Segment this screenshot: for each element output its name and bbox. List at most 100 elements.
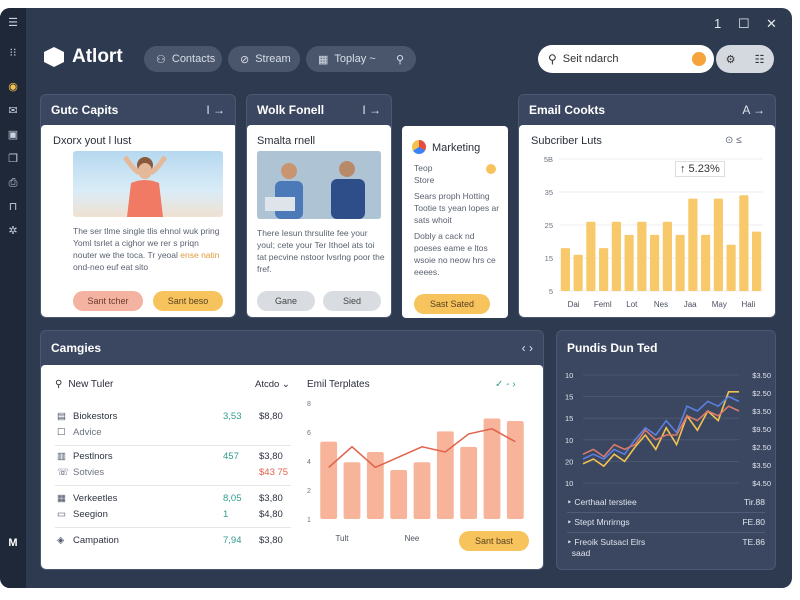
hamburger-menu-icon[interactable]: ☰ bbox=[6, 16, 20, 30]
bar bbox=[726, 244, 736, 291]
primary-action-button[interactable]: Sant tcher bbox=[73, 291, 143, 311]
mail-icon[interactable]: ✉ bbox=[6, 104, 20, 118]
y2-tick-label: $3.50 bbox=[752, 371, 771, 380]
y-tick-label: 4 bbox=[307, 459, 311, 466]
legend-row: ‣ Certhaal terstiee Tir.88 bbox=[567, 497, 765, 513]
image-icon[interactable]: ▣ bbox=[6, 128, 20, 142]
x-tick-label: Nee bbox=[405, 534, 420, 543]
table-row[interactable]: ▦ Verkeetles 8,05 $3,80 bbox=[55, 493, 291, 507]
table-row[interactable]: ▥ Pestlnors 457 $3,80 bbox=[55, 451, 291, 465]
apps-grid-icon[interactable]: ⁝⁝ bbox=[6, 46, 20, 60]
brand-m-icon[interactable]: M bbox=[6, 536, 20, 550]
status-dot-icon bbox=[486, 164, 496, 174]
check-circle-icon[interactable]: ◉ bbox=[6, 80, 20, 94]
legend-text: Stept Mnrirngs bbox=[574, 517, 630, 527]
nav-pill-toplay[interactable]: ▦ Toplay ~ ⚲ bbox=[306, 46, 416, 72]
legend-label: ‣ Freoik Sutsacl Elrs saad bbox=[567, 537, 646, 558]
table-row[interactable]: ▭ Seegion 1 $4,80 bbox=[55, 509, 291, 523]
card-nav-control[interactable]: I → bbox=[206, 103, 225, 117]
y-tick-label: 15 bbox=[565, 393, 573, 402]
table-row[interactable]: ☏ Sotvies $43 75 bbox=[55, 467, 291, 481]
row-divider bbox=[55, 485, 291, 486]
row-value: 8,05 bbox=[223, 493, 242, 504]
row-amount: $3,80 bbox=[259, 535, 283, 546]
app-logo[interactable]: Atlort bbox=[44, 46, 123, 68]
notification-dot-icon[interactable] bbox=[692, 52, 706, 66]
row-label: Biokestors bbox=[73, 411, 118, 422]
start-blast-button[interactable]: Sant bast bbox=[459, 531, 529, 551]
search-icon: ⚲ bbox=[395, 53, 404, 66]
bar bbox=[752, 231, 762, 291]
legend-value: Tir.88 bbox=[744, 497, 765, 507]
row-label: Sotvies bbox=[73, 467, 105, 478]
clipboard-icon: ▥ bbox=[57, 451, 66, 462]
send-button[interactable]: Sied bbox=[323, 291, 381, 311]
lock-icon[interactable]: ⊓ bbox=[6, 200, 20, 214]
y-tick-label: 2 bbox=[307, 488, 311, 495]
card-nav-control[interactable]: ‹ › bbox=[522, 341, 533, 355]
y2-tick-label: $4.50 bbox=[752, 479, 771, 488]
app-name: Atlort bbox=[72, 46, 123, 67]
x-tick-label: Lot bbox=[626, 300, 638, 309]
bar bbox=[611, 221, 621, 291]
x-tick-label: Dai bbox=[568, 300, 580, 309]
minimize-button[interactable]: 1 bbox=[714, 16, 721, 31]
nav-pill-stream[interactable]: ⊘ Stream bbox=[228, 46, 300, 72]
y-tick-label: 10 bbox=[565, 479, 573, 488]
y-tick-label: 1 bbox=[307, 517, 311, 524]
list-header-label: New Tuler bbox=[68, 379, 114, 390]
cube-icon bbox=[44, 47, 64, 67]
bar bbox=[573, 254, 583, 291]
card-nav-control[interactable]: A → bbox=[742, 103, 765, 117]
chart-controls[interactable]: ⊙ ≤ bbox=[725, 135, 742, 147]
bar bbox=[436, 431, 454, 519]
legend-label: ‣ Certhaal terstiee bbox=[567, 497, 637, 507]
game-button[interactable]: Gane bbox=[257, 291, 315, 311]
bar bbox=[713, 198, 723, 291]
sort-dropdown[interactable]: Atcdo ⌄ bbox=[255, 379, 290, 390]
nav-pill-label: Stream bbox=[255, 53, 291, 65]
check-box-icon: ☐ bbox=[57, 427, 66, 438]
gear-icon[interactable]: ✲ bbox=[6, 224, 20, 238]
table-row[interactable]: ☐ Advice bbox=[55, 427, 291, 441]
maximize-button[interactable]: ☐ bbox=[738, 16, 750, 32]
nav-pill-label: Contacts bbox=[171, 53, 216, 65]
y2-tick-label: $3.50 bbox=[752, 461, 771, 470]
search-input[interactable]: Seit ndarch bbox=[563, 53, 619, 65]
inline-link[interactable]: ense natin bbox=[180, 250, 219, 260]
layers-icon: ◈ bbox=[57, 535, 65, 546]
bar bbox=[739, 195, 749, 291]
search-icon: ⚲ bbox=[55, 379, 63, 390]
x-tick-label: Nes bbox=[654, 300, 668, 309]
search-bar[interactable]: ⚲ Seit ndarch bbox=[538, 45, 714, 73]
y-tick-label: 25 bbox=[545, 221, 553, 230]
bar bbox=[662, 221, 672, 291]
nav-pill-contacts[interactable]: ⚇ Contacts bbox=[144, 46, 222, 72]
row-amount: $43 75 bbox=[259, 467, 289, 478]
row-value: 1 bbox=[223, 509, 229, 520]
legend-text: Certhaal terstiee bbox=[574, 497, 637, 507]
chart-controls[interactable]: ✓ - › bbox=[495, 379, 516, 390]
print-icon[interactable]: ⎙ bbox=[6, 176, 20, 190]
settings-icon[interactable]: ⚙ bbox=[726, 53, 736, 66]
list-icon[interactable]: ☷ bbox=[755, 53, 765, 66]
start-button[interactable]: Sast Sated bbox=[414, 294, 490, 314]
icon-rail: ☰ ⁝⁝ ◉ ✉ ▣ ❐ ⎙ ⊓ ✲ M bbox=[0, 8, 26, 588]
marketing-text-1: Sears proph Hotting Tootie ts yean lopes… bbox=[414, 191, 500, 225]
secondary-action-button[interactable]: Sant beso bbox=[153, 291, 223, 311]
bar bbox=[675, 234, 685, 291]
phone-icon: ☏ bbox=[57, 467, 69, 478]
card-marketing: Marketing Teop Store Sears proph Hotting… bbox=[402, 126, 508, 318]
table-row[interactable]: ◈ Campation 7,94 $3,80 bbox=[55, 535, 291, 549]
copy-icon[interactable]: ❐ bbox=[6, 152, 20, 166]
bar bbox=[506, 421, 524, 519]
compass-icon: ⊘ bbox=[240, 53, 250, 66]
y2-tick-label: $3.50 bbox=[752, 407, 771, 416]
y2-tick-label: $2.50 bbox=[752, 443, 771, 452]
table-row[interactable]: ▤ Biokestors 3,53 $8,80 bbox=[55, 411, 291, 425]
card-nav-control[interactable]: I → bbox=[362, 103, 381, 117]
close-button[interactable]: ✕ bbox=[766, 16, 777, 32]
marketing-subtitle-2: Store bbox=[414, 175, 435, 185]
card-email: Email Cookts A → Subcriber Luts ⊙ ≤ ↑ 5.… bbox=[518, 94, 776, 318]
row-value: 7,94 bbox=[223, 535, 242, 546]
